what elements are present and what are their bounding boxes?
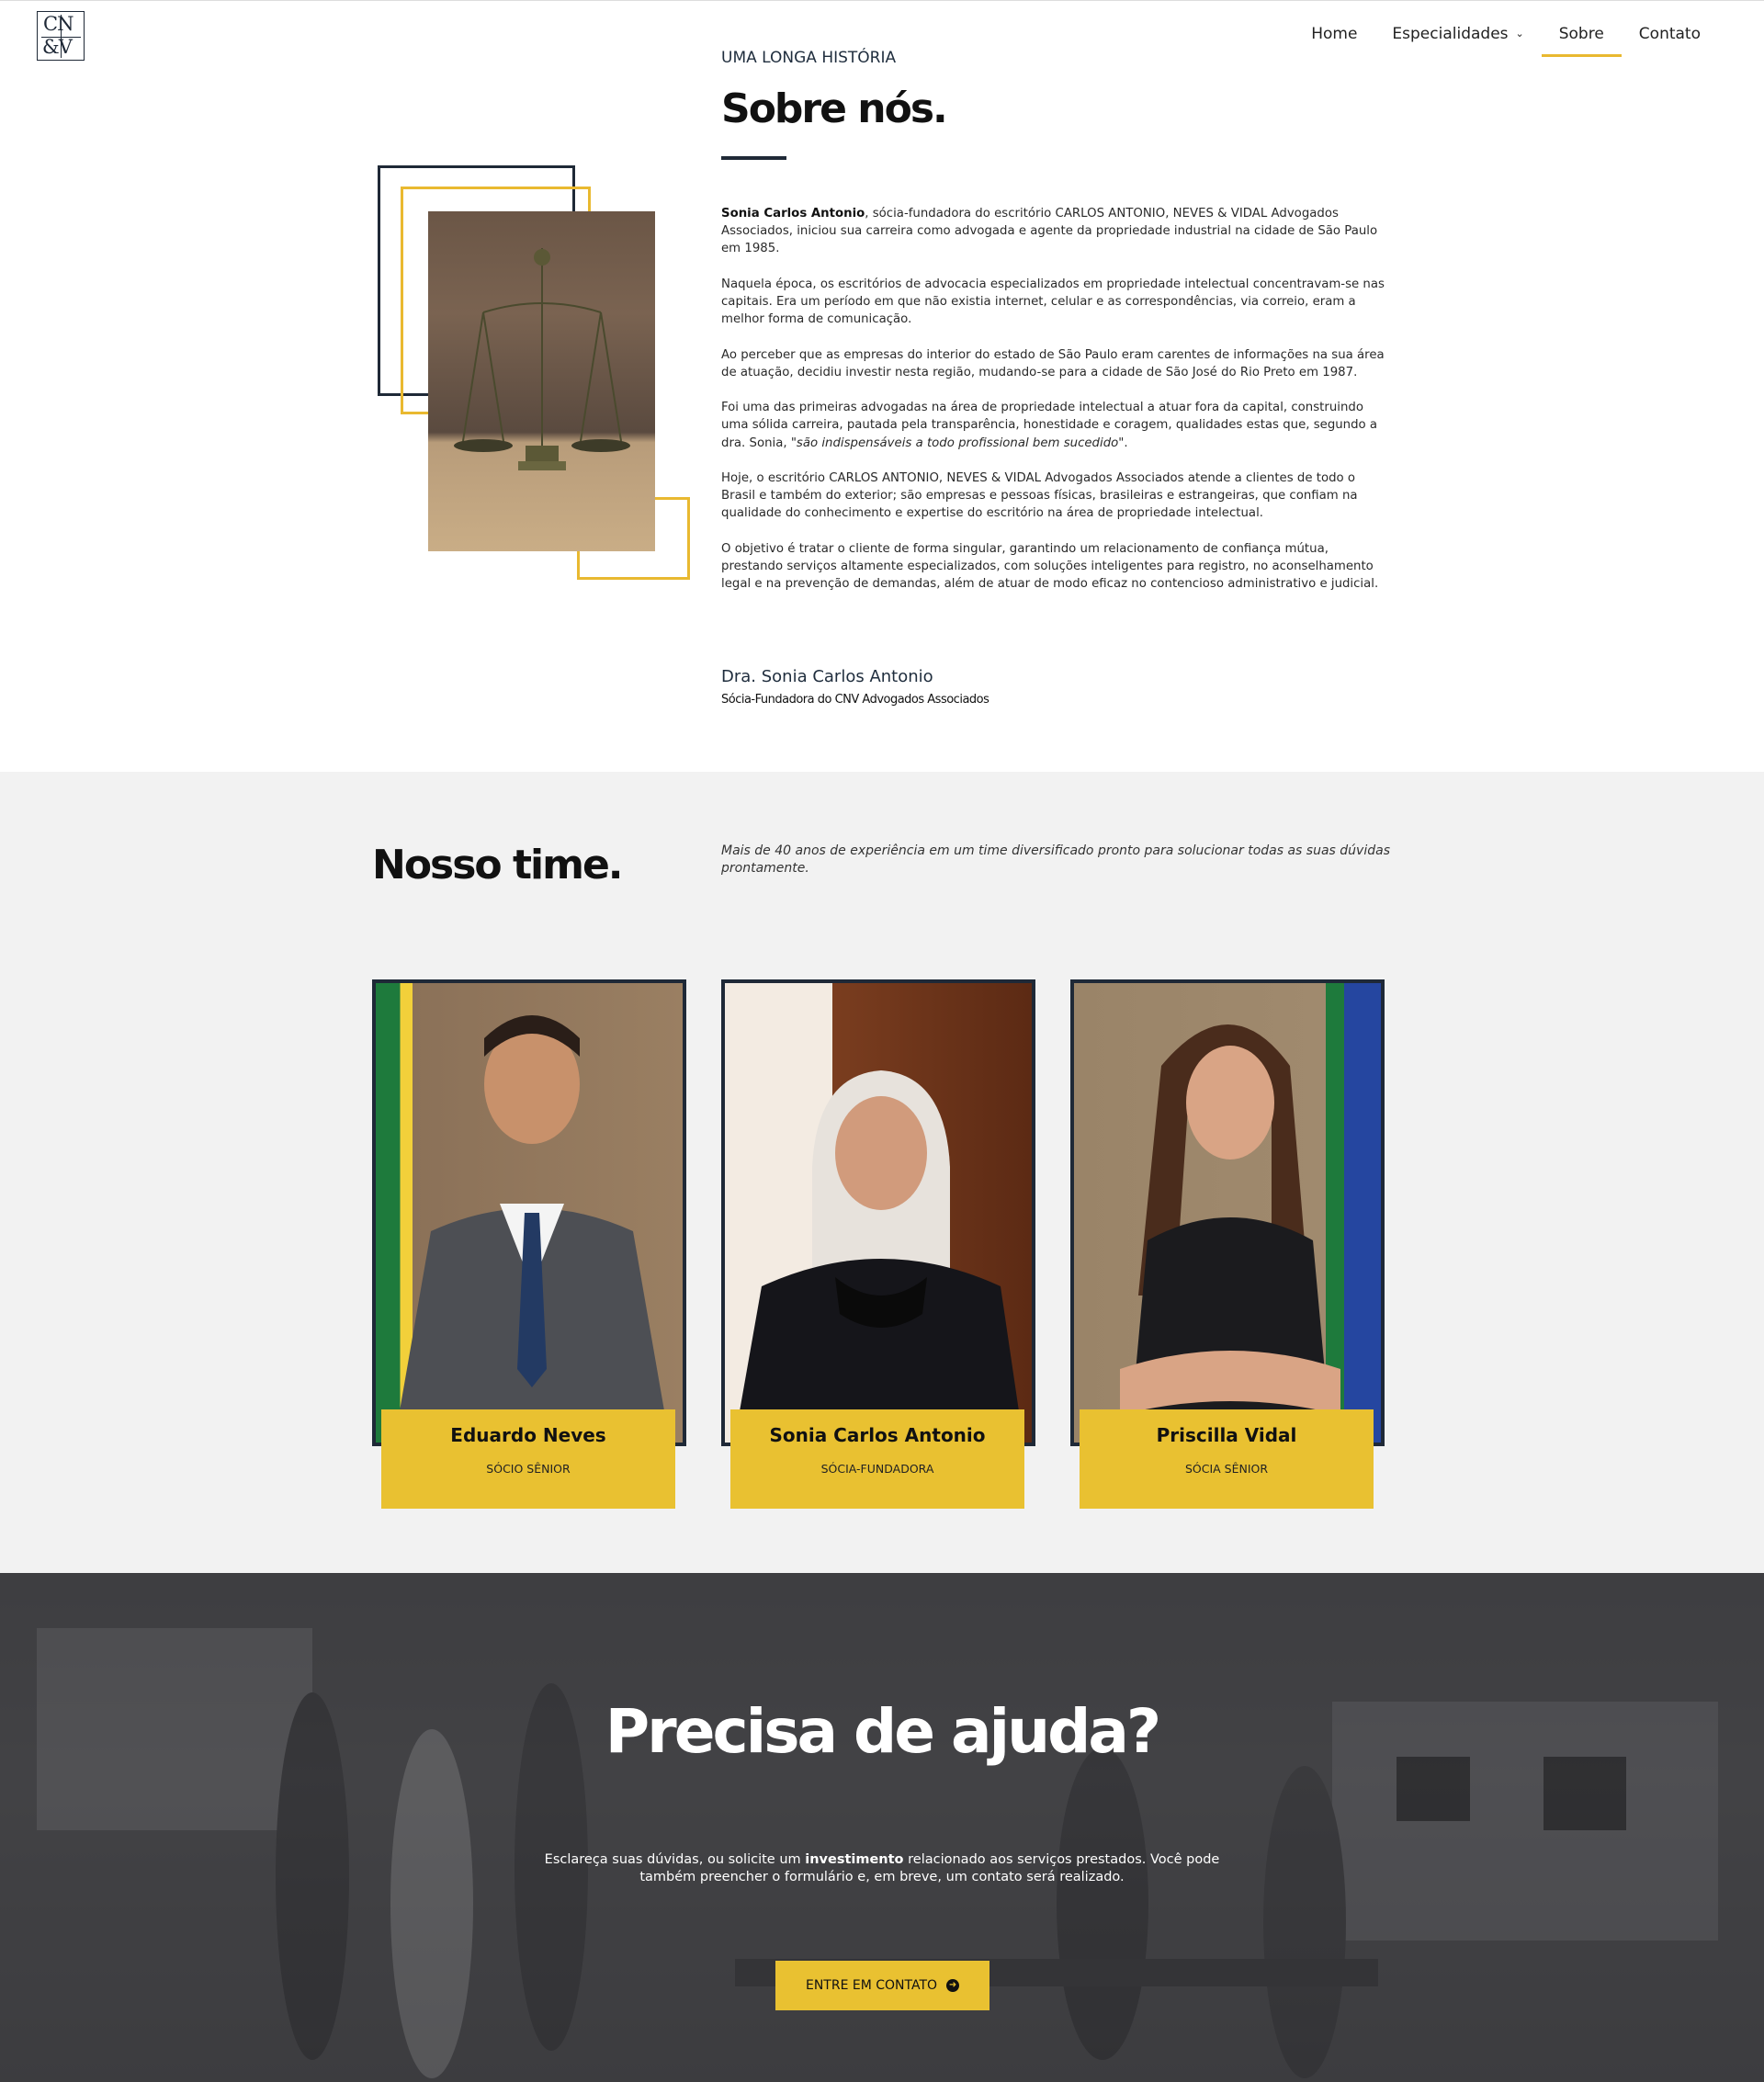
- team-member-role: SÓCIO SÊNIOR: [486, 1462, 571, 1476]
- signature-role: Sócia-Fundadora do CNV Advogados Associa…: [721, 693, 989, 707]
- section-divider-wave: [0, 772, 1764, 809]
- about-paragraph: O objetivo é tratar o cliente de forma s…: [721, 541, 1379, 592]
- team-member-label: Eduardo Neves SÓCIO SÊNIOR: [381, 1409, 675, 1509]
- team-title: Nosso time.: [372, 842, 623, 888]
- about-paragraph: Naquela época, os escritórios de advocac…: [721, 277, 1385, 327]
- team-member-name: Eduardo Neves: [450, 1424, 606, 1446]
- nav-especialidades-label: Especialidades: [1392, 25, 1509, 43]
- team-card[interactable]: Priscilla Vidal SÓCIA SÊNIOR: [1070, 979, 1385, 1509]
- nav-home-label: Home: [1311, 25, 1358, 43]
- cta-section: Precisa de ajuda? Esclareça suas dúvidas…: [0, 1573, 1764, 2082]
- team-card[interactable]: Sonia Carlos Antonio SÓCIA-FUNDADORA: [721, 979, 1035, 1509]
- team-member-photo: [721, 979, 1035, 1446]
- signature-name: Dra. Sonia Carlos Antonio: [721, 667, 933, 686]
- team-member-label: Sonia Carlos Antonio SÓCIA-FUNDADORA: [730, 1409, 1024, 1509]
- team-member-photo: [372, 979, 686, 1446]
- team-intro: Mais de 40 anos de experiência em um tim…: [721, 843, 1390, 876]
- team-member-role: SÓCIA-FUNDADORA: [820, 1462, 934, 1476]
- team-card[interactable]: Eduardo Neves SÓCIO SÊNIOR: [372, 979, 686, 1509]
- logo[interactable]: CN &V: [37, 11, 85, 61]
- team-member-name: Priscilla Vidal: [1156, 1424, 1297, 1446]
- logo-text-bottom: &V: [42, 36, 73, 58]
- founder-quote: "são indispensáveis a todo profissional …: [790, 436, 1125, 450]
- team-member-photo: [1070, 979, 1385, 1446]
- arrow-right-circle-icon: ➜: [946, 1979, 960, 1992]
- about-title: Sobre nós.: [721, 85, 948, 132]
- cta-text-part: Esclareça suas dúvidas, ou solicite um: [544, 1852, 806, 1867]
- contact-button[interactable]: ENTRE EM CONTATO ➜: [775, 1961, 989, 2010]
- about-kicker: UMA LONGA HISTÓRIA: [721, 49, 897, 67]
- about-paragraph-end: .: [1124, 436, 1128, 450]
- nav-especialidades[interactable]: Especialidades ⌄: [1374, 21, 1541, 58]
- chevron-down-icon: ⌄: [1515, 28, 1524, 40]
- team-member-label: Priscilla Vidal SÓCIA SÊNIOR: [1080, 1409, 1374, 1509]
- team-member-name: Sonia Carlos Antonio: [769, 1424, 986, 1446]
- logo-text-top: CN: [43, 13, 74, 35]
- nav-sobre-label: Sobre: [1558, 25, 1604, 43]
- contact-button-label: ENTRE EM CONTATO: [805, 1978, 938, 1993]
- cta-title: Precisa de ajuda?: [605, 1696, 1161, 1767]
- about-body: Sonia Carlos Antonio, sócia-fundadora do…: [721, 205, 1387, 611]
- nav-contato[interactable]: Contato: [1622, 21, 1718, 58]
- scales-of-justice-image: [428, 211, 655, 551]
- about-paragraph: Hoje, o escritório CARLOS ANTONIO, NEVES…: [721, 470, 1358, 521]
- title-underline: [721, 156, 786, 160]
- nav-contato-label: Contato: [1638, 25, 1701, 43]
- about-paragraph: Ao perceber que as empresas do interior …: [721, 347, 1385, 379]
- cta-text: Esclareça suas dúvidas, ou solicite um i…: [542, 1851, 1222, 1886]
- about-paragraph: Sonia Carlos Antonio, sócia-fundadora do…: [721, 205, 1387, 258]
- cta-text-bold: investimento: [805, 1852, 904, 1867]
- team-member-role: SÓCIA SÊNIOR: [1184, 1462, 1269, 1476]
- about-paragraph: Foi uma das primeiras advogadas na área …: [721, 399, 1387, 452]
- main-nav: Home Especialidades ⌄ Sobre Contato: [1294, 21, 1718, 58]
- nav-sobre[interactable]: Sobre: [1541, 21, 1622, 58]
- founder-name-bold: Sonia Carlos Antonio: [721, 207, 865, 221]
- nav-home[interactable]: Home: [1294, 21, 1374, 58]
